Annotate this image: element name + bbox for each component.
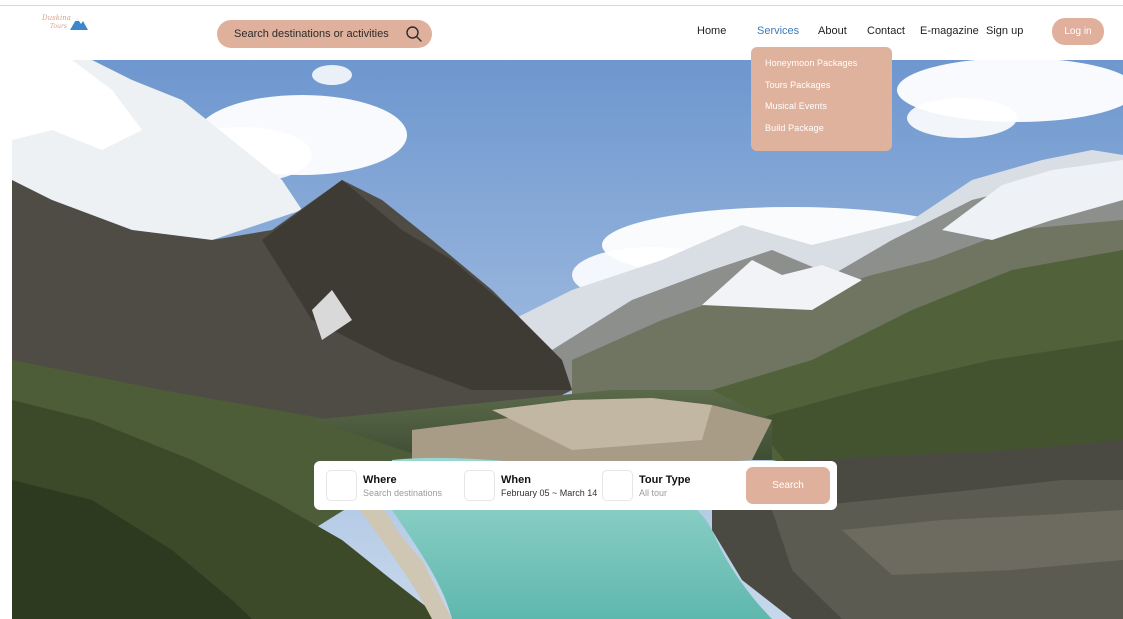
header-search[interactable]: Search destinations or activities bbox=[217, 20, 432, 48]
mountain-logo-icon bbox=[70, 18, 88, 30]
where-input[interactable]: Search destinations bbox=[363, 488, 442, 498]
nav-contact[interactable]: Contact bbox=[867, 25, 905, 37]
menu-item-musical-events[interactable]: Musical Events bbox=[751, 101, 892, 123]
where-label: Where bbox=[363, 474, 397, 486]
site-header: Duskina Tours Search destinations or act… bbox=[0, 6, 1123, 60]
tour-type-icon[interactable] bbox=[602, 470, 633, 501]
nav-home[interactable]: Home bbox=[697, 25, 726, 37]
menu-item-honeymoon-packages[interactable]: Honeymoon Packages bbox=[751, 58, 892, 80]
when-label: When bbox=[501, 474, 531, 486]
when-date-range[interactable]: February 05 ~ March 14 bbox=[501, 488, 597, 498]
hero-mountain-image bbox=[12, 60, 1123, 619]
menu-item-build-package[interactable]: Build Package bbox=[751, 123, 892, 145]
tour-type-select[interactable]: All tour bbox=[639, 488, 667, 498]
nav-about[interactable]: About bbox=[818, 25, 847, 37]
search-icon[interactable] bbox=[405, 25, 423, 43]
booking-search-bar: Where Search destinations When February … bbox=[314, 461, 837, 510]
nav-services[interactable]: Services bbox=[757, 25, 799, 37]
search-button[interactable]: Search bbox=[746, 467, 830, 504]
nav-e-magazine[interactable]: E-magazine bbox=[920, 25, 979, 37]
tour-type-label: Tour Type bbox=[639, 474, 691, 486]
logo-subtext: Tours bbox=[50, 23, 67, 30]
login-button[interactable]: Log in bbox=[1052, 18, 1104, 45]
header-search-input[interactable]: Search destinations or activities bbox=[234, 28, 405, 40]
where-icon[interactable] bbox=[326, 470, 357, 501]
services-dropdown-menu: Honeymoon Packages Tours Packages Musica… bbox=[751, 47, 892, 151]
when-icon[interactable] bbox=[464, 470, 495, 501]
logo-text: Duskina bbox=[42, 14, 71, 22]
menu-item-tours-packages[interactable]: Tours Packages bbox=[751, 80, 892, 102]
nav-sign-up[interactable]: Sign up bbox=[986, 25, 1023, 37]
brand-logo[interactable]: Duskina Tours bbox=[42, 14, 92, 36]
